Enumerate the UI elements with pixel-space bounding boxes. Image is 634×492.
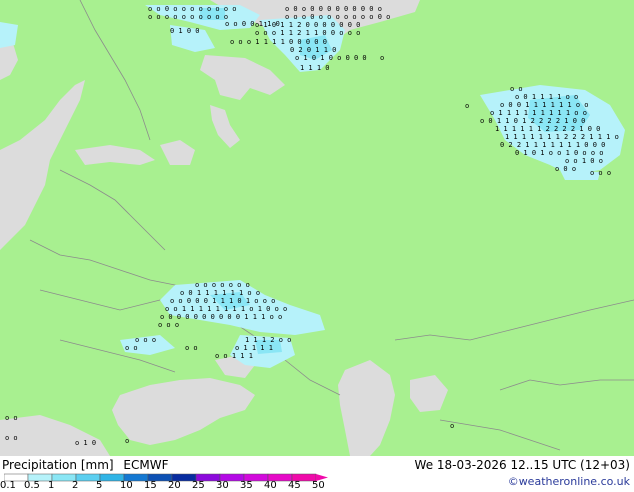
scale-tick-label: 1	[48, 480, 55, 491]
scale-tick-label: 40	[264, 480, 277, 491]
scale-tick-label: 25	[192, 480, 205, 491]
svg-text:o o 0 0 0 1 1 1 0 1 o o o: o o 0 0 0 1 1 1 0 1 o o o	[170, 297, 275, 305]
svg-text:o o: o o	[510, 85, 523, 93]
svg-text:0 1 0 1 o o 1 0 o o o: 0 1 0 1 o o 1 0 o o o	[515, 149, 604, 157]
scale-tick-label: 0.1	[0, 480, 16, 491]
svg-text:o o: o o	[5, 434, 18, 442]
svg-text:o o o o o o o o o o: o o o o o o o o o o	[148, 13, 228, 21]
legend-footer: Precipitation [mm] ECMWF We 18-03-2026 1…	[0, 456, 634, 492]
svg-text:o 1 0 1 1 2 0 0 0 0 0 0 0: o 1 0 1 1 2 0 0 0 0 0 0 0	[255, 21, 360, 29]
svg-text:o o o: o o o	[590, 169, 611, 177]
scale-tick-labels: 0.1 0.5 1 2 5 10 15 20 25 30 35 40 45 50	[0, 480, 340, 492]
svg-text:o: o	[380, 54, 384, 62]
svg-text:o o: o o	[185, 344, 198, 352]
svg-text:o 0 1 1 1 1 1 1 o o: o 0 1 1 1 1 1 1 o o	[180, 289, 260, 297]
svg-text:o o 1 1 1 1 1 1 1 1 o 1 0 o o: o o 1 1 1 1 1 1 1 1 o 1 0 o o	[165, 305, 287, 313]
svg-text:o o: o o	[125, 344, 138, 352]
svg-text:o o o: o o o	[158, 321, 179, 329]
svg-text:1 1 1 1 1 1 2 2 2 2 1 0 0: 1 1 1 1 1 1 2 2 2 2 1 0 0	[495, 125, 600, 133]
svg-text:o o 0 o o o o o o o o: o o 0 o o o o o o o o	[148, 5, 237, 13]
legend-title: Precipitation [mm] ECMWF	[2, 458, 174, 472]
svg-text:1 1 1 2 o o: 1 1 1 2 o o	[245, 336, 291, 344]
svg-text:o o o: o o o	[135, 336, 156, 344]
svg-text:0 1 0 0: 0 1 0 0	[170, 27, 200, 35]
svg-text:1 1 1 1 1 1 1 2 2 2 1 1 1 o: 1 1 1 1 1 1 1 2 2 2 1 1 1 o	[505, 133, 619, 141]
svg-text:o 0 0 1 1 1 1 1 1 o o: o 0 0 1 1 1 1 1 1 o o	[500, 101, 589, 109]
svg-text:0 2 0 1 1 0: 0 2 0 1 1 0	[290, 46, 336, 54]
svg-text:o o 1 1 1: o o 1 1 1	[215, 352, 253, 360]
svg-text:o: o	[465, 102, 469, 110]
svg-text:o o: o o	[5, 414, 18, 422]
scale-tick-label: 15	[144, 480, 157, 491]
map-canvas: o o 0 o o o o o o o o o o o o o o o o o …	[0, 0, 634, 456]
svg-text:o 0 o: o 0 o	[555, 165, 576, 173]
svg-text:o 0 1 1 0 1 2 2 2 2 1 0 0: o 0 1 1 0 1 2 2 2 2 1 0 0	[480, 117, 585, 125]
svg-text:o 1 0 1 0 o 0 0 0: o 1 0 1 0 o 0 0 0	[295, 54, 367, 62]
svg-text:o o o o o o o: o o o o o o o	[195, 281, 250, 289]
precipitation-map: o o 0 o o o o o o o o o o o o o o o o o …	[0, 0, 634, 456]
scale-tick-label: 30	[216, 480, 229, 491]
svg-text:o 0 o 0 0 0 0 0 0 0 0 o: o 0 o 0 0 0 0 0 0 0 0 o	[285, 5, 382, 13]
credit-link[interactable]: ©weatheronline.co.uk	[508, 475, 630, 488]
svg-text:0 2 2 1 1 1 1 1 1 1 0 0 0: 0 2 2 1 1 1 1 1 1 1 0 0 0	[500, 141, 605, 149]
svg-text:o 1 1 1 1: o 1 1 1 1	[235, 344, 273, 352]
valid-time: We 18-03-2026 12..15 UTC (12+03)	[414, 458, 630, 472]
svg-text:o 0 1 1 1 1 o o: o 0 1 1 1 1 o o	[515, 93, 578, 101]
scale-tick-label: 45	[288, 480, 301, 491]
svg-text:o: o	[450, 422, 454, 430]
svg-text:o 1 1 1 1 1 1 1 1 1 o o: o 1 1 1 1 1 1 1 1 1 o o	[490, 109, 587, 117]
svg-text:o o o 1 1 2 1 1 0 0 o o o: o o o 1 1 2 1 1 0 0 o o o	[255, 29, 360, 37]
svg-text:o o o 0 o o o o o o o 0 o: o o o 0 o o o o o o o 0 o	[285, 13, 390, 21]
legend-title-text: Precipitation [mm]	[2, 458, 114, 472]
svg-text:o: o	[125, 437, 129, 445]
scale-tick-label: 20	[168, 480, 181, 491]
scale-tick-label: 10	[120, 480, 133, 491]
scale-tick-label: 2	[72, 480, 79, 491]
svg-text:o 0 0 0 0 0 0 0 0 0 1 1 1 o o: o 0 0 0 0 0 0 0 0 0 1 1 1 o o	[160, 313, 282, 321]
scale-tick-label: 35	[240, 480, 253, 491]
svg-text:1 1 1 0: 1 1 1 0	[300, 64, 330, 72]
svg-text:o o o 1 1 1 1 0 0 0 0 0: o o o 1 1 1 1 0 0 0 0 0	[230, 38, 327, 46]
svg-text:o 1 0: o 1 0	[75, 439, 96, 447]
scale-tick-label: 0.5	[24, 480, 40, 491]
scale-tick-label: 5	[96, 480, 103, 491]
scale-tick-label: 50	[312, 480, 325, 491]
legend-model: ECMWF	[123, 458, 169, 472]
svg-text:o o 1 0 o: o o 1 0 o	[565, 157, 603, 165]
